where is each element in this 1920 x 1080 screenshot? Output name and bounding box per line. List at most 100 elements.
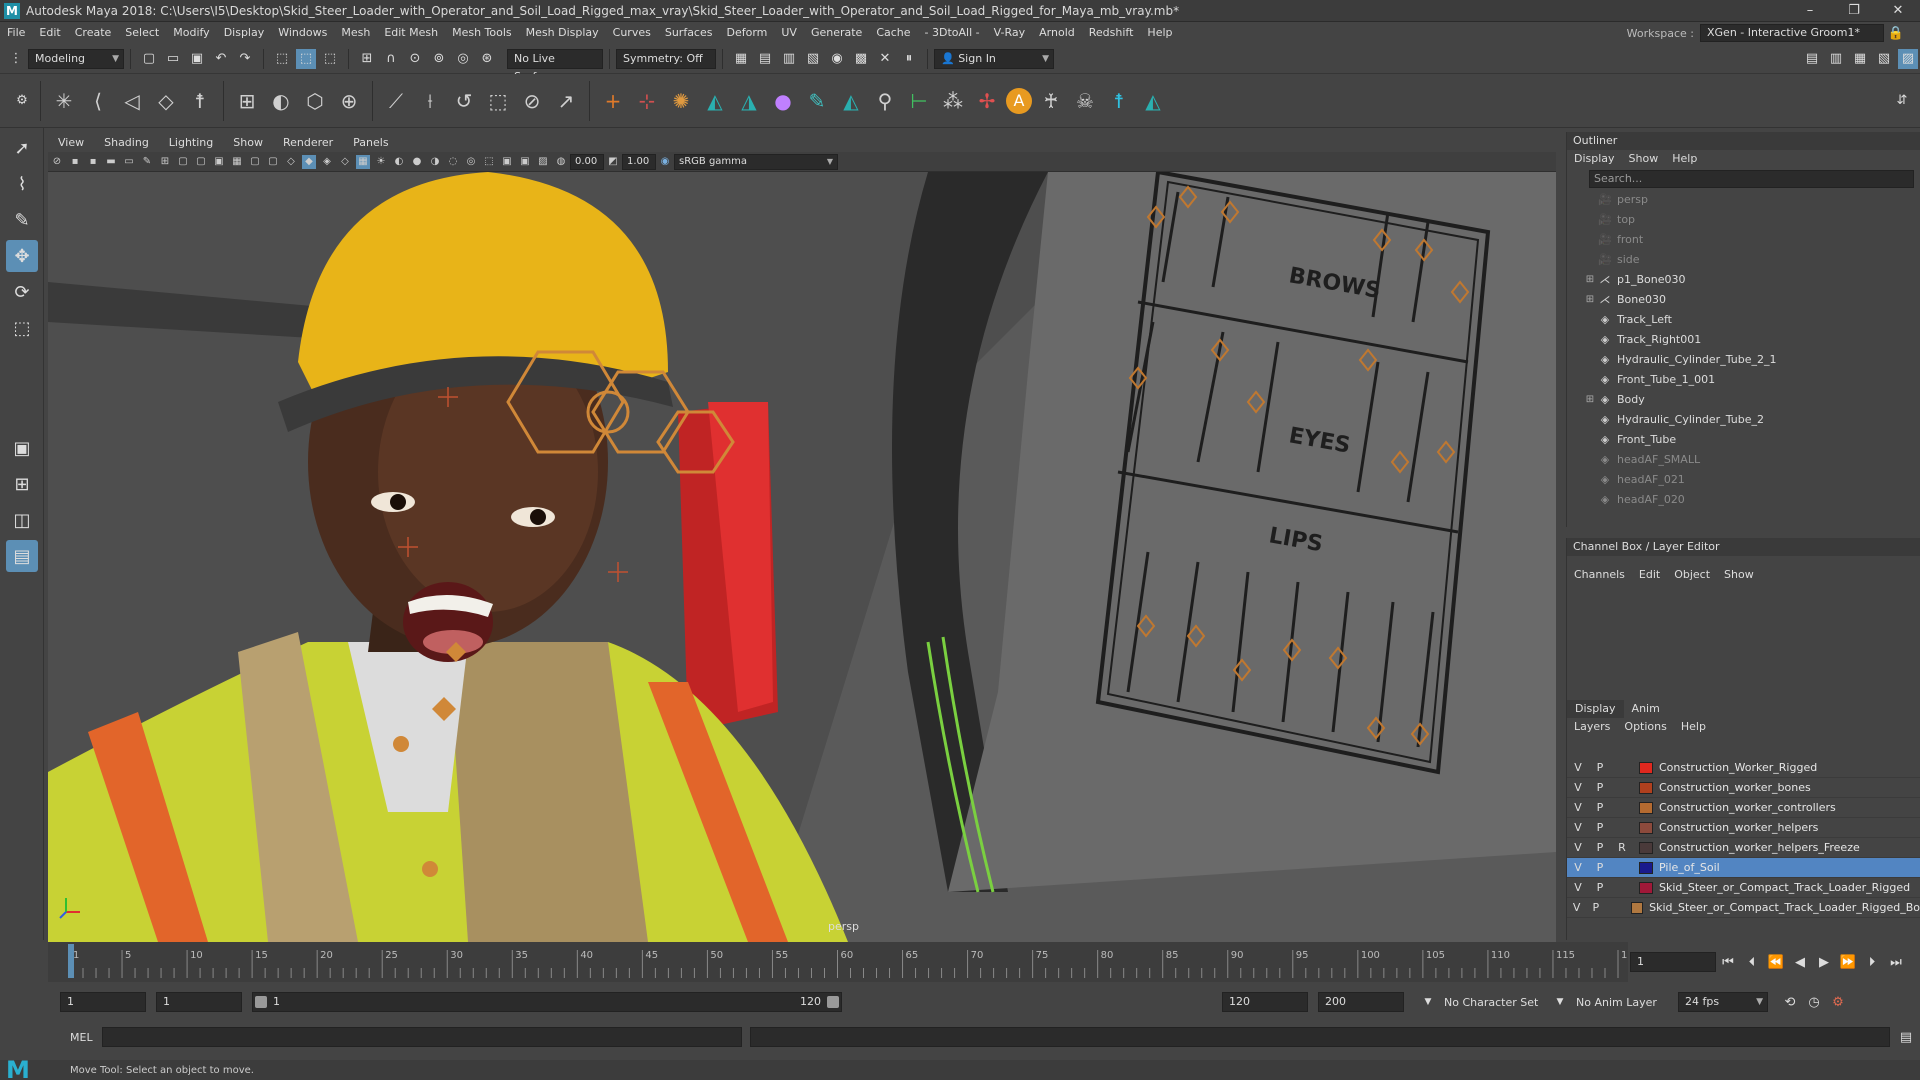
menu-redshift[interactable]: Redshift: [1082, 22, 1141, 44]
layer-display-type-toggle[interactable]: R: [1611, 841, 1633, 854]
modeling-toolkit-icon[interactable]: ▤: [1802, 49, 1822, 69]
layer-row[interactable]: V P Pile_of_Soil: [1567, 858, 1920, 878]
layer-row[interactable]: V P Construction_Worker_Rigged: [1567, 758, 1920, 778]
outliner-item[interactable]: ◈ headAF_SMALL: [1583, 450, 1920, 470]
deformer-icon[interactable]: ◭: [836, 86, 866, 116]
play-back-icon[interactable]: ◀: [1790, 952, 1810, 972]
step-forward-frame-icon[interactable]: ⏩: [1838, 952, 1858, 972]
layer-color-swatch[interactable]: [1639, 761, 1653, 774]
layer-color-swatch[interactable]: [1630, 901, 1644, 914]
menu-3dtoall[interactable]: - 3DtoAll -: [918, 22, 987, 44]
open-scene-icon[interactable]: ▭: [163, 49, 183, 69]
two-view-icon[interactable]: ◫: [6, 504, 38, 536]
tab-display[interactable]: Display: [1567, 700, 1624, 718]
step-back-key-icon[interactable]: ⏴: [1742, 952, 1762, 972]
outliner-item[interactable]: 🎥 persp: [1583, 190, 1920, 210]
grease-pencil-icon[interactable]: ✎: [140, 155, 154, 169]
script-language-label[interactable]: MEL: [48, 1031, 93, 1044]
expand-icon[interactable]: ⊞: [1583, 270, 1597, 290]
layer-playback-toggle[interactable]: P: [1589, 781, 1611, 794]
select-object-icon[interactable]: ⬚: [296, 48, 316, 69]
paint-weights-icon[interactable]: ◐: [266, 86, 296, 116]
layer-playback-toggle[interactable]: P: [1589, 881, 1611, 894]
time-slider[interactable]: 1 5 10 15 20 25 30 35 40 45 50 55 60 65 70 75 80 85 90 95 10…: [48, 942, 1640, 982]
outliner-item[interactable]: ⊞ ◈ Body: [1583, 390, 1920, 410]
layer-visibility-toggle[interactable]: V: [1567, 901, 1586, 914]
layer-playback-toggle[interactable]: P: [1589, 861, 1611, 874]
layer-menu-layers[interactable]: Layers: [1567, 718, 1617, 736]
menu-display[interactable]: Display: [217, 22, 272, 44]
pin-icon[interactable]: ⚲: [870, 86, 900, 116]
outliner-item[interactable]: 🎥 side: [1583, 250, 1920, 270]
bookmark-icon[interactable]: ▪: [86, 155, 100, 169]
shelf-options-icon[interactable]: ⚙: [12, 91, 32, 111]
attribute-editor-icon[interactable]: ▥: [1826, 49, 1846, 69]
layer-color-swatch[interactable]: [1639, 801, 1653, 814]
shader-ball-icon[interactable]: ●: [768, 86, 798, 116]
wrap-icon[interactable]: ◮: [734, 86, 764, 116]
default-material-icon[interactable]: ◈: [320, 155, 334, 169]
gate-mask-icon[interactable]: ▣: [212, 155, 226, 169]
symmetry-dropdown[interactable]: Symmetry: Off: [616, 48, 716, 69]
exposure-icon[interactable]: ◍: [554, 155, 568, 169]
layer-playback-toggle[interactable]: P: [1589, 821, 1611, 834]
layer-playback-toggle[interactable]: P: [1589, 801, 1611, 814]
exposure-field[interactable]: 0.00: [570, 153, 604, 170]
move-tool-icon[interactable]: ✥: [6, 240, 38, 272]
point-constraint-icon[interactable]: ⟋: [381, 86, 411, 116]
menu-modify[interactable]: Modify: [166, 22, 216, 44]
field-chart-icon[interactable]: ▦: [230, 155, 244, 169]
lock-icon[interactable]: 🔒: [1886, 23, 1906, 43]
outliner-menu-show[interactable]: Show: [1622, 150, 1666, 168]
snap-grid-icon[interactable]: ⊞: [357, 49, 377, 69]
range-handle-right[interactable]: [827, 996, 839, 1008]
outliner-item[interactable]: 🎥 front: [1583, 230, 1920, 250]
viewport-menu-panels[interactable]: Panels: [343, 134, 398, 152]
animation-prefs-icon[interactable]: ⚙: [1828, 992, 1848, 1012]
menu-mesh-display[interactable]: Mesh Display: [519, 22, 606, 44]
menu-surfaces[interactable]: Surfaces: [658, 22, 720, 44]
make-live-icon[interactable]: ⊛: [477, 49, 497, 69]
xray-icon[interactable]: ▣: [500, 155, 514, 169]
outliner-item[interactable]: 🎥 top: [1583, 210, 1920, 230]
go-to-start-icon[interactable]: ⏮: [1718, 952, 1738, 972]
safe-action-icon[interactable]: ▢: [248, 155, 262, 169]
outliner-search-input[interactable]: Search...: [1589, 170, 1914, 188]
camera-attributes-icon[interactable]: ▪: [68, 155, 82, 169]
snap-point-icon[interactable]: ⊙: [405, 49, 425, 69]
select-tool-icon[interactable]: ➚: [6, 132, 38, 164]
shelf-scroll-icon[interactable]: ⇵: [1892, 91, 1912, 111]
expand-icon[interactable]: ⊞: [1583, 290, 1597, 310]
layer-visibility-toggle[interactable]: V: [1567, 801, 1589, 814]
channel-box-icon[interactable]: ▧: [1874, 49, 1894, 69]
layer-menu-help[interactable]: Help: [1674, 718, 1713, 736]
color-management-icon[interactable]: ◉: [658, 155, 672, 169]
resolution-gate-icon[interactable]: ▢: [194, 155, 208, 169]
maximize-button[interactable]: ❐: [1832, 0, 1876, 22]
outliner-toggle-icon[interactable]: ▨: [1898, 48, 1918, 69]
snap-surface-icon[interactable]: ◎: [453, 49, 473, 69]
channel-box-menu-object[interactable]: Object: [1667, 566, 1717, 584]
menu-help[interactable]: Help: [1140, 22, 1179, 44]
auto-rig-icon[interactable]: A: [1006, 87, 1032, 114]
gamma-field[interactable]: 1.00: [622, 153, 656, 170]
outliner-menu-help[interactable]: Help: [1665, 150, 1704, 168]
menu-cache[interactable]: Cache: [869, 22, 917, 44]
playblast-icon[interactable]: ✕: [875, 49, 895, 69]
chevron-down-icon[interactable]: ▼: [1550, 992, 1570, 1012]
go-to-end-icon[interactable]: ⏭: [1886, 952, 1906, 972]
layer-playback-toggle[interactable]: P: [1589, 761, 1611, 774]
menu-edit-mesh[interactable]: Edit Mesh: [377, 22, 445, 44]
grid-icon[interactable]: ⊞: [158, 155, 172, 169]
fan-icon[interactable]: ✢: [972, 86, 1002, 116]
joint-tool-icon[interactable]: ✳: [49, 86, 79, 116]
isolate-select-icon[interactable]: ⬚: [482, 155, 496, 169]
layer-row[interactable]: V P R Construction_worker_helpers_Freeze: [1567, 838, 1920, 858]
channel-box-menu-show[interactable]: Show: [1717, 566, 1761, 584]
color-space-dropdown[interactable]: sRGB gamma ▼: [674, 153, 838, 170]
viewport-menu-show[interactable]: Show: [223, 134, 273, 152]
character-set-dropdown[interactable]: No Character Set: [1444, 996, 1548, 1009]
particles-icon[interactable]: ⁂: [938, 86, 968, 116]
xray-joints-icon[interactable]: ▣: [518, 155, 532, 169]
menu-create[interactable]: Create: [68, 22, 119, 44]
